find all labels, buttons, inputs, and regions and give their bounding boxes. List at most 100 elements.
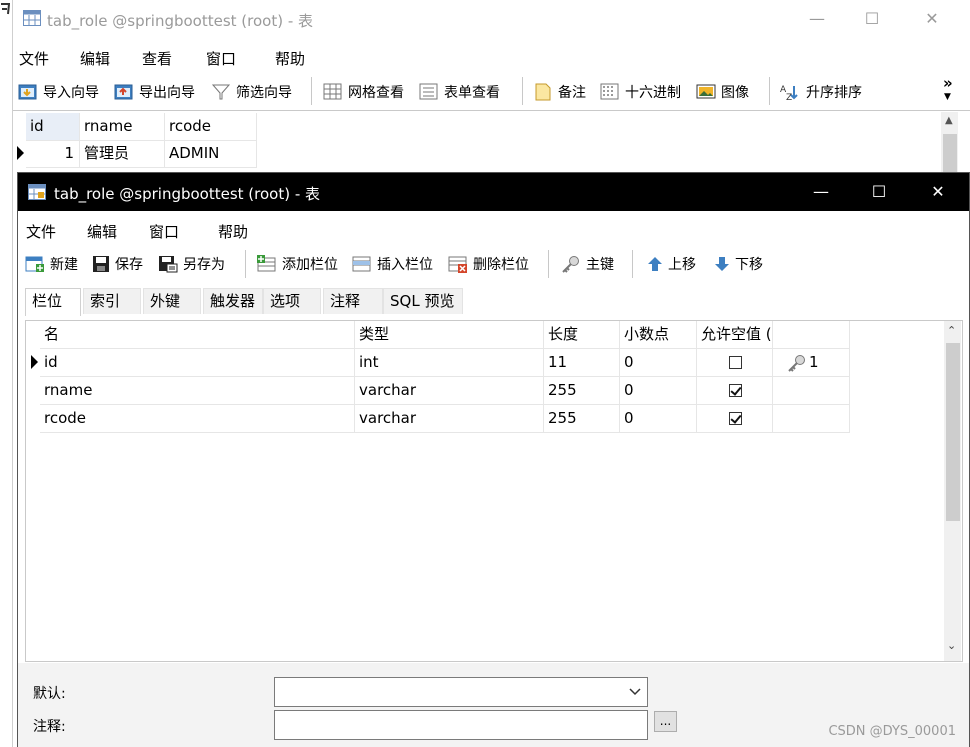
field-length-cell[interactable]: 255	[544, 405, 620, 433]
arrow-down-icon	[715, 257, 729, 271]
save-icon	[93, 256, 109, 272]
menu-help[interactable]: 帮助	[275, 48, 305, 69]
save-as-icon	[159, 256, 178, 273]
bg-window-title: tab_role @springboottest (root) - 表	[47, 12, 314, 30]
field-nullable-cell[interactable]	[697, 405, 773, 433]
col-header-type[interactable]: 类型	[355, 321, 544, 349]
table-design-icon	[28, 184, 46, 200]
bg-menu-bar: 文件 编辑 查看 窗口 帮助	[13, 40, 970, 74]
tab-options[interactable]: 选项	[263, 288, 321, 314]
new-icon	[25, 256, 44, 272]
tab-triggers[interactable]: 触发器	[203, 288, 263, 314]
tab-indexes[interactable]: 索引	[83, 288, 141, 314]
scroll-up-icon[interactable]: ⌃	[947, 324, 956, 337]
grid-cell-rcode[interactable]: ADMIN	[165, 140, 257, 168]
fields-vertical-scrollbar[interactable]: ⌃ ⌄	[944, 321, 961, 661]
save-button[interactable]: 保存	[92, 254, 143, 274]
col-header-decimals[interactable]: 小数点	[620, 321, 697, 349]
hex-button[interactable]: 十六进制	[600, 82, 681, 102]
grid-view-label: 网格查看	[348, 85, 404, 101]
primary-key-button[interactable]: 主键	[561, 254, 614, 274]
menu-edit[interactable]: 编辑	[80, 48, 110, 69]
field-name-cell[interactable]: rcode	[40, 405, 355, 433]
field-length-cell[interactable]: 11	[544, 349, 620, 377]
fields-scroll-thumb[interactable]	[946, 343, 960, 521]
insert-field-button[interactable]: 插入栏位	[352, 254, 433, 274]
bg-title-bar: tab_role @springboottest (root) - 表 — ☐ …	[13, 0, 970, 38]
menu-window[interactable]: 窗口	[206, 48, 236, 69]
field-key-cell[interactable]: 1	[773, 349, 850, 377]
toolbar-dropdown-icon[interactable]: ▼	[944, 92, 951, 102]
field-key-cell[interactable]	[773, 405, 850, 433]
field-type-cell[interactable]: int	[355, 349, 544, 377]
form-view-button[interactable]: 表单查看	[419, 82, 500, 102]
memo-icon	[535, 83, 551, 101]
tab-comment[interactable]: 注释	[323, 288, 383, 314]
nullable-checkbox[interactable]	[729, 412, 742, 425]
tab-foreign-keys[interactable]: 外键	[143, 288, 201, 314]
bg-scroll-thumb[interactable]	[943, 134, 957, 172]
bg-vertical-scrollbar[interactable]: ▲	[941, 112, 958, 172]
comment-expand-button[interactable]: ...	[654, 711, 677, 732]
default-select[interactable]	[274, 677, 648, 707]
menu-file[interactable]: 文件	[19, 48, 49, 69]
grid-header-id[interactable]: id	[26, 113, 80, 141]
field-decimals-cell[interactable]: 0	[620, 405, 697, 433]
close-icon[interactable]: ✕	[921, 8, 943, 30]
memo-button[interactable]: 备注	[533, 82, 586, 102]
grid-header-rcode[interactable]: rcode	[165, 113, 257, 141]
field-key-cell[interactable]	[773, 377, 850, 405]
field-decimals-cell[interactable]: 0	[620, 349, 697, 377]
maximize-icon[interactable]: ☐	[868, 181, 890, 203]
add-field-label: 添加栏位	[282, 257, 338, 273]
comment-input[interactable]	[274, 710, 648, 740]
grid-cell-id[interactable]: 1	[26, 140, 80, 168]
close-icon[interactable]: ✕	[927, 181, 949, 203]
grid-cell-rname[interactable]: 管理员	[80, 140, 165, 168]
minimize-icon[interactable]: —	[810, 181, 832, 203]
import-wizard-button[interactable]: 导入向导	[18, 82, 99, 102]
menu-help[interactable]: 帮助	[218, 221, 248, 242]
arrow-up-icon	[648, 257, 662, 271]
grid-view-button[interactable]: 网格查看	[323, 82, 404, 102]
field-nullable-cell[interactable]	[697, 377, 773, 405]
field-type-cell[interactable]: varchar	[355, 405, 544, 433]
tab-sql-preview[interactable]: SQL 预览	[383, 288, 463, 314]
minimize-icon[interactable]: —	[806, 8, 828, 30]
hex-label: 十六进制	[625, 85, 681, 101]
comment-label: 注释:	[33, 719, 66, 735]
filter-wizard-button[interactable]: 筛选向导	[211, 82, 292, 102]
image-button[interactable]: 图像	[696, 82, 749, 102]
nullable-checkbox[interactable]	[729, 356, 742, 369]
field-length-cell[interactable]: 255	[544, 377, 620, 405]
menu-edit[interactable]: 编辑	[87, 221, 117, 242]
maximize-icon[interactable]: ☐	[861, 8, 883, 30]
field-type-cell[interactable]: varchar	[355, 377, 544, 405]
col-header-length[interactable]: 长度	[544, 321, 620, 349]
grid-header-rname[interactable]: rname	[80, 113, 165, 141]
delete-field-button[interactable]: 删除栏位	[448, 254, 529, 274]
move-up-button[interactable]: 上移	[647, 254, 696, 274]
export-wizard-button[interactable]: 导出向导	[114, 82, 195, 102]
toolbar-overflow-icon[interactable]: »	[943, 74, 953, 92]
col-header-name[interactable]: 名	[40, 321, 355, 349]
delete-field-icon	[448, 256, 467, 273]
menu-view[interactable]: 查看	[142, 48, 172, 69]
field-decimals-cell[interactable]: 0	[620, 377, 697, 405]
nullable-checkbox[interactable]	[729, 384, 742, 397]
new-button[interactable]: 新建	[25, 254, 78, 274]
menu-window[interactable]: 窗口	[149, 221, 179, 242]
field-name-cell[interactable]: id	[40, 349, 355, 377]
col-header-nullable[interactable]: 允许空值 (	[697, 321, 773, 349]
scroll-down-icon[interactable]: ⌄	[947, 639, 956, 652]
tab-fields[interactable]: 栏位	[25, 288, 81, 316]
sort-asc-button[interactable]: AZ 升序排序	[779, 82, 862, 102]
move-down-button[interactable]: 下移	[714, 254, 763, 274]
field-name-cell[interactable]: rname	[40, 377, 355, 405]
save-as-button[interactable]: 另存为	[158, 254, 225, 274]
field-nullable-cell[interactable]	[697, 349, 773, 377]
menu-file[interactable]: 文件	[26, 221, 56, 242]
scroll-up-icon[interactable]: ▲	[945, 115, 953, 126]
add-field-button[interactable]: 添加栏位	[257, 254, 338, 274]
col-header-key[interactable]	[773, 321, 850, 349]
